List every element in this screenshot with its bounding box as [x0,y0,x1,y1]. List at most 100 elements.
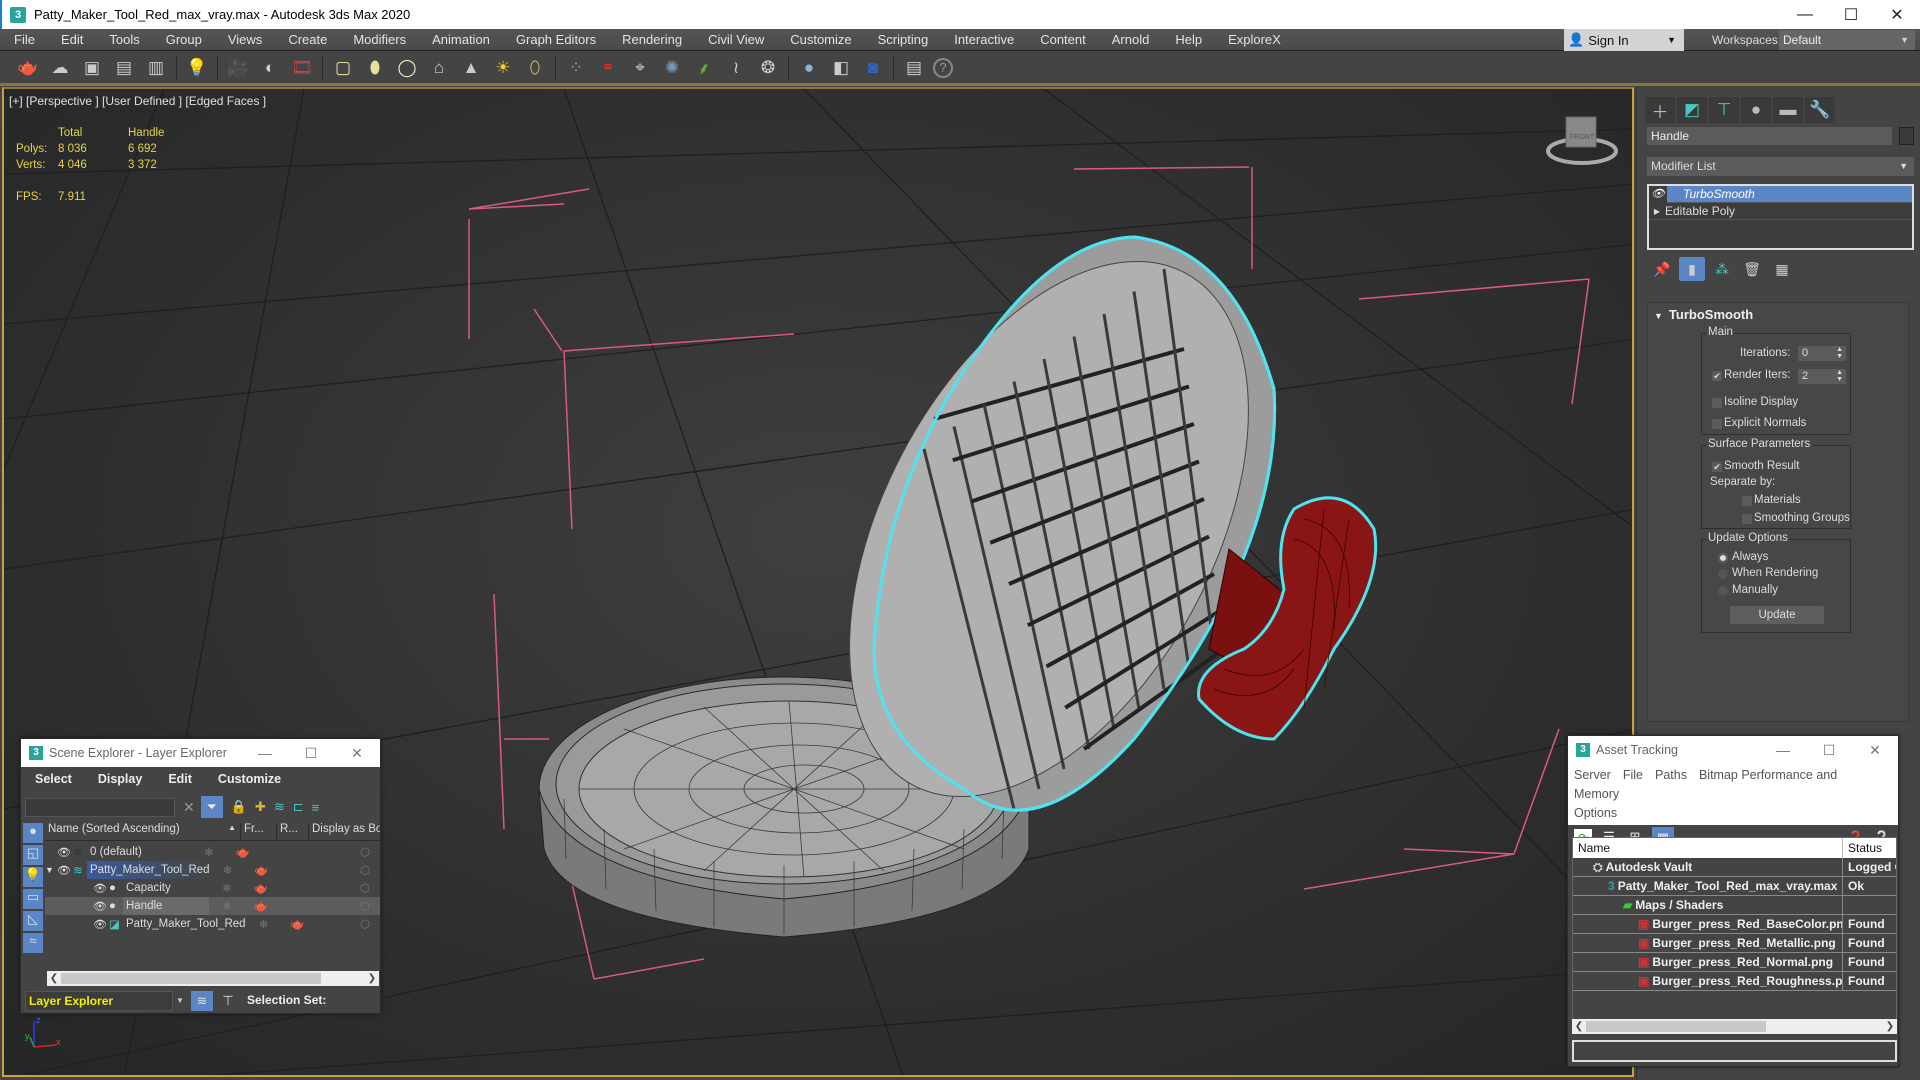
clear-search-icon[interactable]: ✕ [183,799,195,816]
materials-checkbox[interactable] [1742,496,1752,506]
menu-graph-editors[interactable]: Graph Editors [502,29,608,51]
menu-group[interactable]: Group [152,29,214,51]
box-icon[interactable]: ▢ [330,55,356,81]
sort-by-hierarchy-icon[interactable]: ⊤ [217,991,239,1011]
display-tab[interactable]: ▬ [1773,97,1803,123]
smoothing-groups-checkbox[interactable] [1742,514,1752,524]
render-column-header[interactable]: R... [277,823,309,840]
layers-icon[interactable]: ≋ [274,799,285,815]
compass-icon[interactable]: ⌖ [627,55,653,81]
asset-row[interactable]: ▣ Burger_press_Red_BaseColor.png Found [1573,915,1896,934]
name-column-header[interactable]: Name [1573,838,1843,858]
particles-icon[interactable]: ⁘ [563,55,589,81]
scroll-right-icon[interactable]: ❯ [365,973,379,984]
menu-modifiers[interactable]: Modifiers [339,29,418,51]
turbosmooth-rollout-header[interactable]: ▼ TurboSmooth [1654,307,1753,322]
teapot-icon[interactable]: 🫖 [15,55,41,81]
visibility-eye-icon[interactable]: 👁 [93,900,109,913]
visibility-eye-icon[interactable]: 👁 [57,846,73,859]
stack-item-turbosmooth[interactable]: 👁 TurboSmooth [1649,185,1912,203]
spacewarp-filter-icon[interactable]: ≈ [23,933,43,953]
scene-row[interactable]: 👁 ● Handle ❄ 🫖 ⬡ [45,897,380,915]
render-setup-icon[interactable]: ▤ [111,55,137,81]
update-button[interactable]: Update [1730,606,1824,624]
menu-views[interactable]: Views [214,29,274,51]
menu-explorex[interactable]: ExploreX [1214,29,1293,51]
freeze-icon[interactable]: ❄ [246,917,282,931]
visibility-eye-icon[interactable]: 👁 [93,882,109,895]
manually-radio[interactable] [1718,586,1728,596]
explorer-type-dropdown[interactable]: Layer Explorer ▼ [25,991,184,1011]
always-radio[interactable] [1718,553,1728,563]
camera-sequencer-icon[interactable]: ◐ [257,55,283,81]
video-post-icon[interactable]: 🎞 [289,55,315,81]
asset-tracking-titlebar[interactable]: 3 Asset Tracking — ☐ ✕ [1568,736,1898,764]
show-end-result-icon[interactable]: ▮ [1679,257,1705,281]
freeze-icon[interactable]: ❄ [209,881,245,895]
scene-row[interactable]: 👁 ◪ Patty_Maker_Tool_Red ❄ 🫖 ⬡ [45,915,380,933]
asset-row[interactable]: ▰ Maps / Shaders [1573,896,1896,915]
display-box-icon[interactable]: ⬡ [360,863,380,877]
object-color-swatch[interactable] [1899,127,1914,145]
layer-stack-icon[interactable]: ≡ [312,800,320,815]
viewcube-box[interactable] [1565,116,1597,148]
smooth-result-checkbox[interactable]: ✔ [1712,462,1722,472]
scene-states-icon[interactable]: ▤ [901,55,927,81]
expand-triangle-icon[interactable]: ▶ [1649,207,1665,216]
menu-server[interactable]: Server [1574,768,1611,782]
remove-modifier-icon[interactable]: 🗑 [1739,257,1765,281]
render-teapot-icon[interactable]: 🫖 [227,845,259,859]
horizontal-scrollbar[interactable]: ❮ ❯ [1572,1019,1897,1034]
render-teapot-icon[interactable]: 🫖 [245,881,277,895]
menu-scripting[interactable]: Scripting [864,29,941,51]
geometry-filter-icon[interactable]: ● [23,823,43,843]
hierarchy-tab[interactable]: ⊤ [1709,97,1739,123]
menu-bitmap-performance-and-memory[interactable]: Bitmap Performance and Memory [1574,768,1837,801]
modify-tab[interactable]: ◩ [1677,97,1707,123]
menu-display[interactable]: Display [84,772,154,786]
menu-interactive[interactable]: Interactive [940,29,1026,51]
scroll-left-icon[interactable]: ❮ [1572,1021,1586,1032]
close-button[interactable]: ✕ [1852,742,1898,759]
spinner-arrows-icon[interactable]: ▲ ▼ [1836,346,1843,360]
iterations-spinner[interactable]: 0 ▲ ▼ [1798,346,1846,361]
menu-options[interactable]: Options [1574,806,1617,820]
dumbbell-icon[interactable]: ⚭ [595,55,621,81]
display-box-icon[interactable]: ⬡ [360,899,380,913]
help-icon[interactable]: ? [933,57,953,78]
minimize-button[interactable]: — [1760,742,1806,759]
geosphere-icon[interactable]: ◯ [394,55,420,81]
scroll-left-icon[interactable]: ❮ [47,973,61,984]
menu-arnold[interactable]: Arnold [1098,29,1162,51]
maximize-button[interactable]: ☐ [1806,742,1852,759]
collapse-triangle-icon[interactable]: ▼ [45,865,57,875]
menu-civil-view[interactable]: Civil View [694,29,776,51]
menu-help[interactable]: Help [1161,29,1214,51]
visibility-eye-icon[interactable]: 👁 [57,864,73,877]
display-box-icon[interactable]: ⬡ [360,881,380,895]
search-input[interactable] [25,797,175,817]
maximize-button[interactable]: ☐ [1828,0,1874,29]
menu-edit[interactable]: Edit [154,772,204,786]
visibility-eye-icon[interactable]: 👁 [93,918,109,931]
modifier-list-dropdown[interactable]: Modifier List ▼ [1647,157,1914,176]
render-teapot-icon[interactable]: 🫖 [246,863,278,877]
display-as-box-column-header[interactable]: Display as Box [309,823,380,840]
make-unique-icon[interactable]: ⁂ [1709,257,1735,281]
menu-customize[interactable]: Customize [204,772,293,786]
viewport-label[interactable]: [+] [Perspective ] [User Defined ] [Edge… [9,94,266,108]
isoline-display-checkbox[interactable] [1712,398,1722,408]
hair-icon[interactable]: ≀ [723,55,749,81]
filter-icon[interactable]: ⏷ [200,796,223,818]
menu-create[interactable]: Create [274,29,339,51]
scene-row[interactable]: 👁 ≋ 0 (default) ❄ 🫖 ⬡ [45,843,380,861]
fur-icon[interactable]: ❂ [755,55,781,81]
camera-filter-icon[interactable]: ▭ [23,889,43,909]
stack-item-editable-poly[interactable]: ▶ Editable Poly [1649,203,1912,220]
explicit-normals-checkbox[interactable] [1712,419,1722,429]
teapot-wire-icon[interactable]: ⌂ [426,55,452,81]
menu-paths[interactable]: Paths [1655,768,1687,782]
light-lister-icon[interactable]: 💡 [184,55,210,81]
menu-rendering[interactable]: Rendering [608,29,694,51]
minimize-button[interactable]: — [242,745,288,762]
